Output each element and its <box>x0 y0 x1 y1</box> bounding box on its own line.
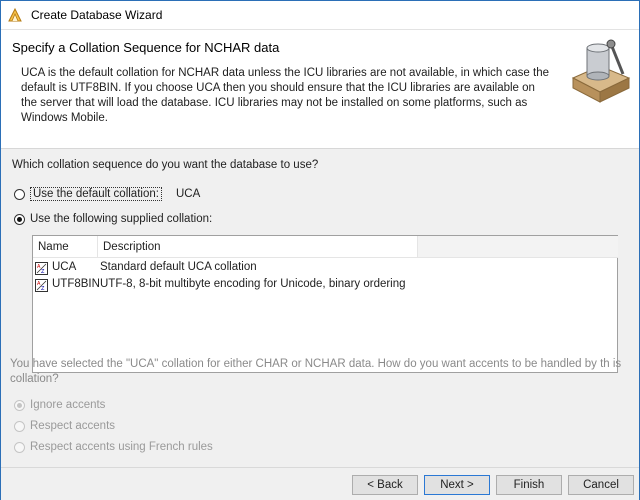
database-tools-icon <box>571 39 631 103</box>
default-collation-label: Use the default collation: <box>30 187 162 201</box>
supplied-collation-option[interactable]: Use the following supplied collation: <box>14 213 212 225</box>
window-title: Create Database Wizard <box>31 8 163 22</box>
ignore-accents-label: Ignore accents <box>30 399 106 411</box>
wizard-header: Specify a Collation Sequence for NCHAR d… <box>1 30 639 149</box>
collation-icon: A Z <box>35 279 48 292</box>
supplied-collation-label: Use the following supplied collation: <box>30 213 213 225</box>
database-wizard-app-icon <box>8 7 22 22</box>
button-bar: < Back Next > Finish Cancel <box>1 467 639 500</box>
collation-description: Standard default UCA collation <box>100 261 257 273</box>
list-header-filler <box>417 236 618 258</box>
collation-list[interactable]: Name Description A Z UCA Standard defaul… <box>32 235 618 373</box>
page-description: UCA is the default collation for NCHAR d… <box>21 67 549 124</box>
svg-text:Z: Z <box>41 286 45 292</box>
ignore-accents-radio[interactable] <box>14 399 25 411</box>
default-collation-option[interactable]: Use the default collation: UCA <box>14 187 200 201</box>
next-button[interactable]: Next > <box>424 475 490 495</box>
list-item-utf8bin[interactable]: A Z UTF8BIN UTF-8, 8-bit multibyte encod… <box>33 277 615 294</box>
french-accents-option[interactable]: Respect accents using French rules <box>14 441 213 453</box>
wizard-content: Which collation sequence do you want the… <box>1 149 639 467</box>
list-item-uca[interactable]: A Z UCA Standard default UCA collation <box>33 260 615 277</box>
default-collation-radio[interactable] <box>14 188 25 200</box>
title-bar[interactable]: Create Database Wizard <box>1 1 639 30</box>
respect-accents-label: Respect accents <box>30 420 116 432</box>
collation-icon: A Z <box>35 262 48 275</box>
supplied-collation-radio[interactable] <box>14 213 25 225</box>
page-title: Specify a Collation Sequence for NCHAR d… <box>12 40 280 55</box>
respect-accents-radio[interactable] <box>14 420 25 432</box>
collation-name: UCA <box>52 261 77 273</box>
french-accents-radio[interactable] <box>14 441 25 453</box>
finish-button[interactable]: Finish <box>496 475 562 495</box>
respect-accents-option[interactable]: Respect accents <box>14 420 115 432</box>
back-button[interactable]: < Back <box>352 475 418 495</box>
column-header-name[interactable]: Name <box>38 241 69 253</box>
ignore-accents-option[interactable]: Ignore accents <box>14 399 105 411</box>
accent-question: You have selected the "UCA" collation fo… <box>10 358 622 385</box>
cancel-button[interactable]: Cancel <box>568 475 634 495</box>
column-header-description[interactable]: Description <box>103 241 161 253</box>
collation-question: Which collation sequence do you want the… <box>12 159 319 171</box>
column-divider[interactable] <box>97 236 98 257</box>
wizard-window: Create Database Wizard Specify a Collati… <box>0 0 640 500</box>
collation-name: UTF8BIN <box>52 278 100 290</box>
default-collation-value: UCA <box>175 188 201 200</box>
collation-description: UTF-8, 8-bit multibyte encoding for Unic… <box>100 278 406 290</box>
french-accents-label: Respect accents using French rules <box>30 441 213 453</box>
svg-text:Z: Z <box>41 269 45 275</box>
list-header: Name Description <box>33 236 417 258</box>
